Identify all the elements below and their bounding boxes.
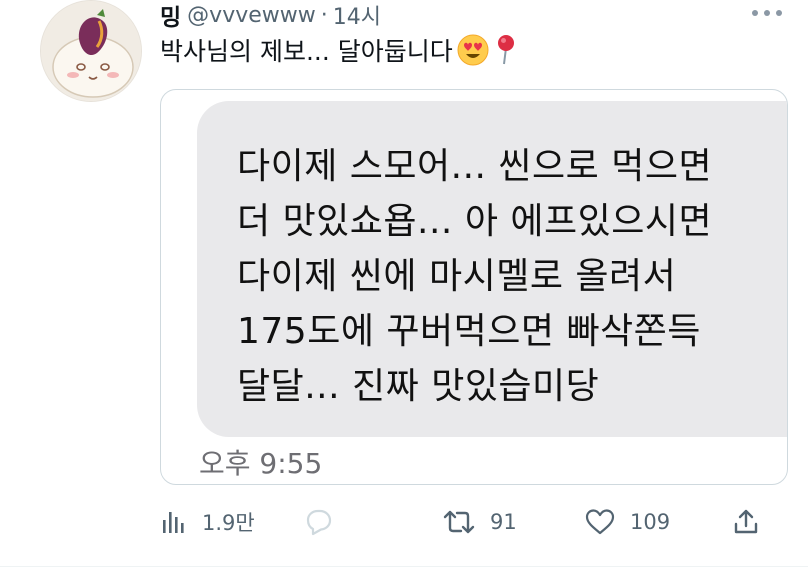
action-bar: 1.9만 91 109 [160, 500, 770, 544]
display-name[interactable]: 밍 [160, 0, 181, 32]
timestamp[interactable]: 14시 [333, 0, 381, 31]
retweet-button[interactable]: 91 [442, 500, 517, 544]
user-handle[interactable]: @vvvewww [187, 3, 316, 28]
tweet-header: 밍 @vvvewww · 14시 [160, 0, 381, 32]
tweet-text-content: 박사님의 제보... 달아둡니다 [160, 37, 453, 66]
share-icon [734, 509, 758, 534]
reply-button[interactable] [302, 500, 334, 544]
divider [0, 566, 808, 567]
sweet-potato-character-icon [41, 1, 141, 101]
message-line: 더 맛있쇼욥... 아 에프있으시면 [237, 201, 713, 242]
heart-icon [585, 509, 615, 535]
tweet-text: 박사님의 제보... 달아둡니다 [160, 32, 519, 68]
message-line: 달달... 진짜 맛있습미당 [237, 366, 600, 407]
like-count: 109 [630, 510, 671, 534]
views-button[interactable]: 1.9만 [160, 500, 255, 544]
message-bubble: 다이제 스모어... 씬으로 먹으면 더 맛있쇼욥... 아 에프있으시면 다이… [197, 101, 787, 437]
message-time: 오후 9:55 [199, 447, 323, 480]
share-button[interactable] [732, 500, 760, 544]
message-line: 다이제 스모어... 씬으로 먹으면 [237, 146, 713, 187]
message-line: 다이제 씬에 마시멜로 올려서 [237, 256, 677, 297]
views-count: 1.9만 [202, 511, 255, 535]
tweet[interactable]: 밍 @vvvewww · 14시 박사님의 제보... 달아둡니다 다이제 스모… [0, 0, 808, 574]
heart-eyes-emoji-icon [457, 34, 489, 66]
message-line: 175도에 꾸버먹으면 빠삭쫀득 [237, 311, 701, 352]
avatar[interactable] [40, 0, 142, 102]
like-button[interactable]: 109 [584, 500, 670, 544]
retweet-icon [443, 510, 475, 534]
analytics-icon [163, 512, 184, 533]
reply-icon [306, 509, 332, 536]
media-image[interactable]: 다이제 스모어... 씬으로 먹으면 더 맛있쇼욥... 아 에프있으시면 다이… [160, 89, 788, 485]
more-horizontal-icon[interactable] [752, 2, 782, 24]
separator-dot: · [320, 2, 328, 28]
round-pushpin-icon [493, 34, 519, 66]
retweet-count: 91 [490, 510, 517, 534]
